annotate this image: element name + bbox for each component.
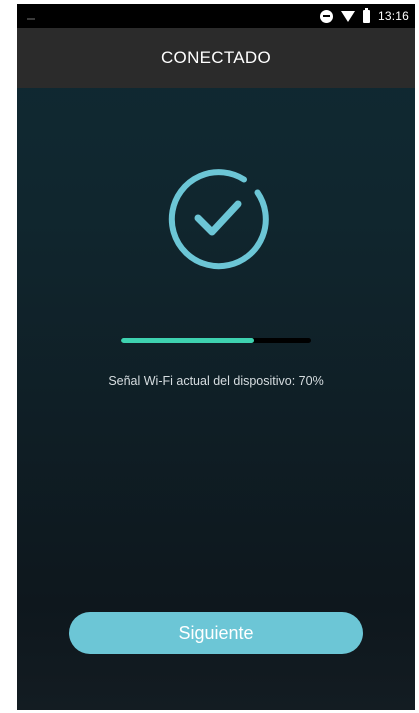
- wifi-icon: [340, 10, 355, 22]
- check-circle-svg: [168, 169, 269, 270]
- status-bar: 13:16: [17, 4, 415, 28]
- battery-icon: [362, 7, 370, 23]
- notification-indicator: [27, 18, 35, 20]
- phone-screen: 13:16 CONECTADO Señal Wi-Fi actual del d…: [17, 4, 415, 710]
- do-not-disturb-icon: [319, 9, 333, 23]
- status-time: 13:16: [377, 9, 409, 23]
- check-circle-ring: [168, 169, 269, 270]
- next-button[interactable]: Siguiente: [69, 612, 363, 654]
- status-icons: 13:16: [319, 7, 409, 24]
- signal-strength-fill: [121, 338, 254, 343]
- app-bar: CONECTADO: [17, 28, 415, 88]
- page-title: CONECTADO: [160, 48, 272, 67]
- check-circle-icon: [161, 160, 273, 272]
- signal-strength-text: Señal Wi-Fi actual del dispositivo: 70%: [108, 374, 324, 388]
- check-mark: [194, 200, 242, 236]
- signal-strength-bar: [121, 338, 311, 343]
